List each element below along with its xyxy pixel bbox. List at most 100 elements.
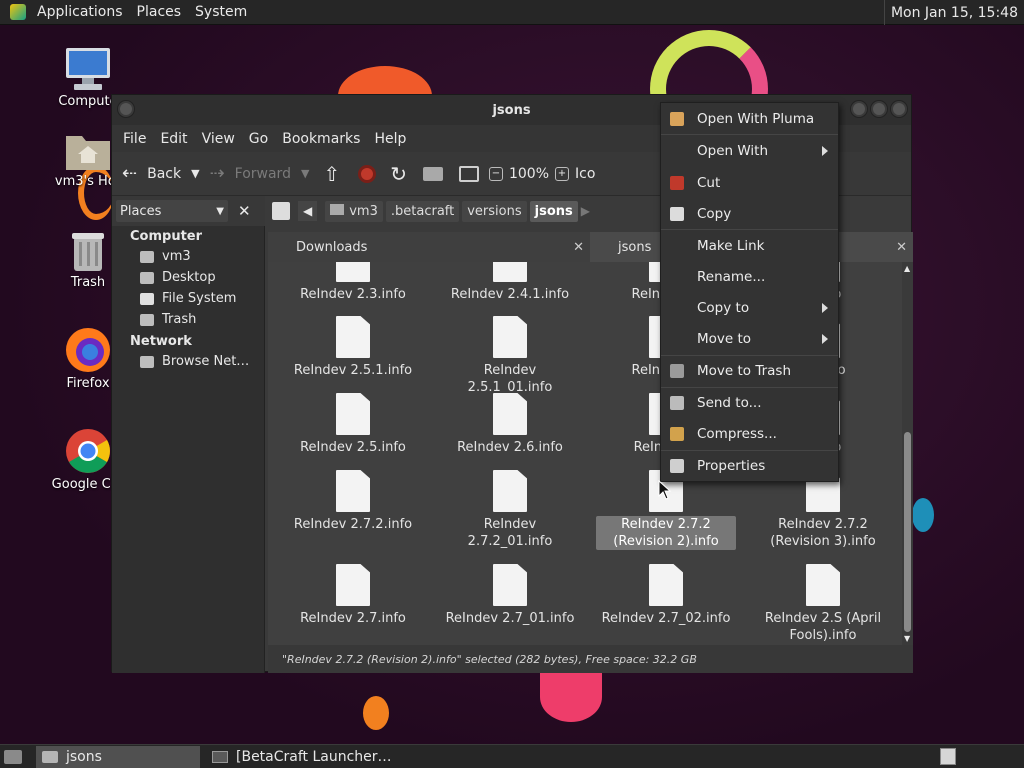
tab-close-icon[interactable]: ✕ bbox=[573, 240, 584, 255]
file-item[interactable]: ReIndev 2.7.info bbox=[283, 564, 423, 627]
document-icon bbox=[493, 316, 527, 358]
file-item[interactable]: ReIndev 2.7.2.info bbox=[283, 470, 423, 533]
folder-icon bbox=[42, 750, 58, 763]
home-folder-icon bbox=[66, 136, 110, 170]
file-item[interactable]: ReIndev 2.4.1.info bbox=[440, 262, 580, 303]
context-menu-item-compress[interactable]: Compress... bbox=[661, 419, 838, 449]
scroll-down-icon[interactable]: ▼ bbox=[904, 634, 910, 643]
sidebar-item-desktop[interactable]: Desktop bbox=[112, 267, 264, 288]
breadcrumb-item-vm3[interactable]: vm3 bbox=[325, 200, 383, 222]
context-menu-item-copy[interactable]: Copy bbox=[661, 199, 838, 229]
wallpaper-orange-bottom bbox=[540, 672, 602, 722]
reload-icon[interactable]: ↻ bbox=[390, 162, 407, 186]
sidebar-places-select[interactable]: Places ▼ bbox=[116, 200, 228, 222]
forward-history-dropdown[interactable]: ▼ bbox=[301, 167, 309, 180]
close-button[interactable] bbox=[891, 101, 907, 117]
file-item[interactable]: ReIndev 2.5.1_01.info bbox=[440, 316, 580, 396]
file-item[interactable]: ReIndev 2.7.2_01.info bbox=[440, 470, 580, 550]
back-history-dropdown[interactable]: ▼ bbox=[191, 167, 199, 180]
tab-close-icon[interactable]: ✕ bbox=[896, 240, 907, 255]
clock[interactable]: Mon Jan 15, 15:48 bbox=[883, 0, 1024, 25]
context-menu-label: Cut bbox=[697, 175, 721, 191]
sidebar-section-network: Network bbox=[130, 334, 192, 349]
taskbar-item-jsons[interactable]: jsons bbox=[36, 745, 200, 768]
context-menu-item-copy-to[interactable]: Copy to bbox=[661, 293, 838, 323]
breadcrumb-item-versions[interactable]: versions bbox=[462, 200, 527, 222]
file-item[interactable]: ReIndev 2.S (April Fools).info bbox=[753, 564, 893, 644]
menu-bookmarks[interactable]: Bookmarks bbox=[275, 131, 367, 147]
sidebar-item-browse-network[interactable]: Browse Net… bbox=[112, 351, 264, 372]
network-icon bbox=[140, 355, 154, 368]
properties-icon bbox=[670, 459, 684, 473]
file-item[interactable]: ReIndev 2.7_02.info bbox=[596, 564, 736, 627]
breadcrumb-item-jsons[interactable]: jsons bbox=[529, 200, 578, 222]
mate-logo-icon[interactable] bbox=[10, 4, 26, 20]
workspace-switcher[interactable] bbox=[940, 748, 956, 765]
menu-edit[interactable]: Edit bbox=[153, 131, 194, 147]
view-mode-selector[interactable]: Ico bbox=[575, 166, 595, 182]
maximize-button[interactable] bbox=[871, 101, 887, 117]
vertical-scrollbar[interactable]: ▲ ▼ bbox=[902, 262, 913, 645]
sidebar-item-vm3[interactable]: vm3 bbox=[112, 246, 264, 267]
taskbar-item-betacraft[interactable]: [BetaCraft Launcher… bbox=[206, 746, 398, 768]
file-item[interactable]: ReIndev 2.7.2 (Revision 3).info bbox=[753, 470, 893, 550]
file-item[interactable]: ReIndev 2.6.info bbox=[440, 393, 580, 456]
window-menu-button[interactable] bbox=[118, 101, 134, 117]
context-menu-item-open-with-pluma[interactable]: Open With Pluma bbox=[661, 104, 838, 134]
computer-icon[interactable] bbox=[458, 165, 479, 182]
show-desktop-icon[interactable] bbox=[4, 749, 22, 764]
menu-go[interactable]: Go bbox=[242, 131, 275, 147]
context-menu-label: Properties bbox=[697, 458, 766, 474]
file-name: ReIndev 2.7_02.info bbox=[601, 611, 731, 626]
file-item[interactable]: ReIndev 2.5.info bbox=[283, 393, 423, 456]
zoom-in-icon[interactable]: + bbox=[555, 166, 569, 181]
file-name: ReIndev 2.4.1.info bbox=[450, 287, 570, 302]
menu-help[interactable]: Help bbox=[367, 131, 413, 147]
context-menu-item-rename[interactable]: Rename... bbox=[661, 262, 838, 292]
forward-arrow-icon: ⇢ bbox=[209, 163, 225, 184]
desktop-icon-label: Trash bbox=[70, 275, 106, 290]
breadcrumb: ◀ vm3 .betacraft versions jsons ▶ bbox=[268, 196, 590, 226]
context-menu: Open With Pluma Open With Cut Copy Make Link… bbox=[660, 102, 839, 482]
file-item[interactable]: ReIndev 2.7_01.info bbox=[440, 564, 580, 627]
breadcrumb-right-arrow-icon[interactable]: ▶ bbox=[581, 204, 590, 218]
file-name: ReIndev 2.6.info bbox=[457, 440, 563, 455]
scroll-thumb[interactable] bbox=[904, 432, 911, 632]
breadcrumb-left-arrow-icon[interactable]: ◀ bbox=[298, 201, 318, 221]
applications-menu[interactable]: Applications bbox=[30, 4, 130, 20]
menu-file[interactable]: File bbox=[116, 131, 153, 147]
minimize-button[interactable] bbox=[851, 101, 867, 117]
stop-icon[interactable] bbox=[358, 164, 377, 183]
context-menu-item-properties[interactable]: Properties bbox=[661, 451, 838, 481]
context-menu-item-move-to[interactable]: Move to bbox=[661, 324, 838, 354]
forward-button[interactable]: ⇢ Forward bbox=[210, 163, 291, 184]
menu-view[interactable]: View bbox=[195, 131, 242, 147]
zoom-out-icon[interactable]: − bbox=[488, 166, 503, 181]
context-menu-label: Move to bbox=[697, 331, 752, 347]
document-icon bbox=[493, 393, 527, 435]
context-menu-item-send-to[interactable]: Send to... bbox=[661, 388, 838, 418]
edit-location-icon[interactable] bbox=[272, 202, 290, 220]
trash-icon bbox=[72, 233, 104, 271]
sidebar-close-icon[interactable]: ✕ bbox=[238, 202, 251, 220]
zoom-level[interactable]: 100% bbox=[509, 166, 549, 182]
breadcrumb-item-betacraft[interactable]: .betacraft bbox=[385, 200, 460, 222]
up-arrow-icon[interactable]: ⇧ bbox=[323, 162, 340, 186]
context-menu-item-open-with[interactable]: Open With bbox=[661, 136, 838, 166]
tab-downloads[interactable]: Downloads ✕ bbox=[268, 232, 590, 262]
file-item[interactable]: ReIndev 2.3.info bbox=[283, 262, 423, 303]
sidebar-item-trash[interactable]: Trash bbox=[112, 309, 264, 330]
forward-label: Forward bbox=[234, 165, 291, 182]
context-menu-item-move-to-trash[interactable]: Move to Trash bbox=[661, 356, 838, 386]
context-menu-item-make-link[interactable]: Make Link bbox=[661, 231, 838, 261]
file-item[interactable]: ReIndev 2.5.1.info bbox=[283, 316, 423, 379]
places-menu[interactable]: Places bbox=[130, 4, 189, 20]
sidebar-item-file-system[interactable]: File System bbox=[112, 288, 264, 309]
home-icon[interactable] bbox=[422, 166, 443, 181]
document-icon bbox=[336, 316, 370, 358]
back-button[interactable]: ⇠ Back bbox=[122, 163, 181, 184]
system-menu[interactable]: System bbox=[188, 4, 254, 20]
scroll-up-icon[interactable]: ▲ bbox=[904, 264, 910, 273]
context-menu-label: Move to Trash bbox=[697, 363, 792, 379]
context-menu-item-cut[interactable]: Cut bbox=[661, 168, 838, 198]
